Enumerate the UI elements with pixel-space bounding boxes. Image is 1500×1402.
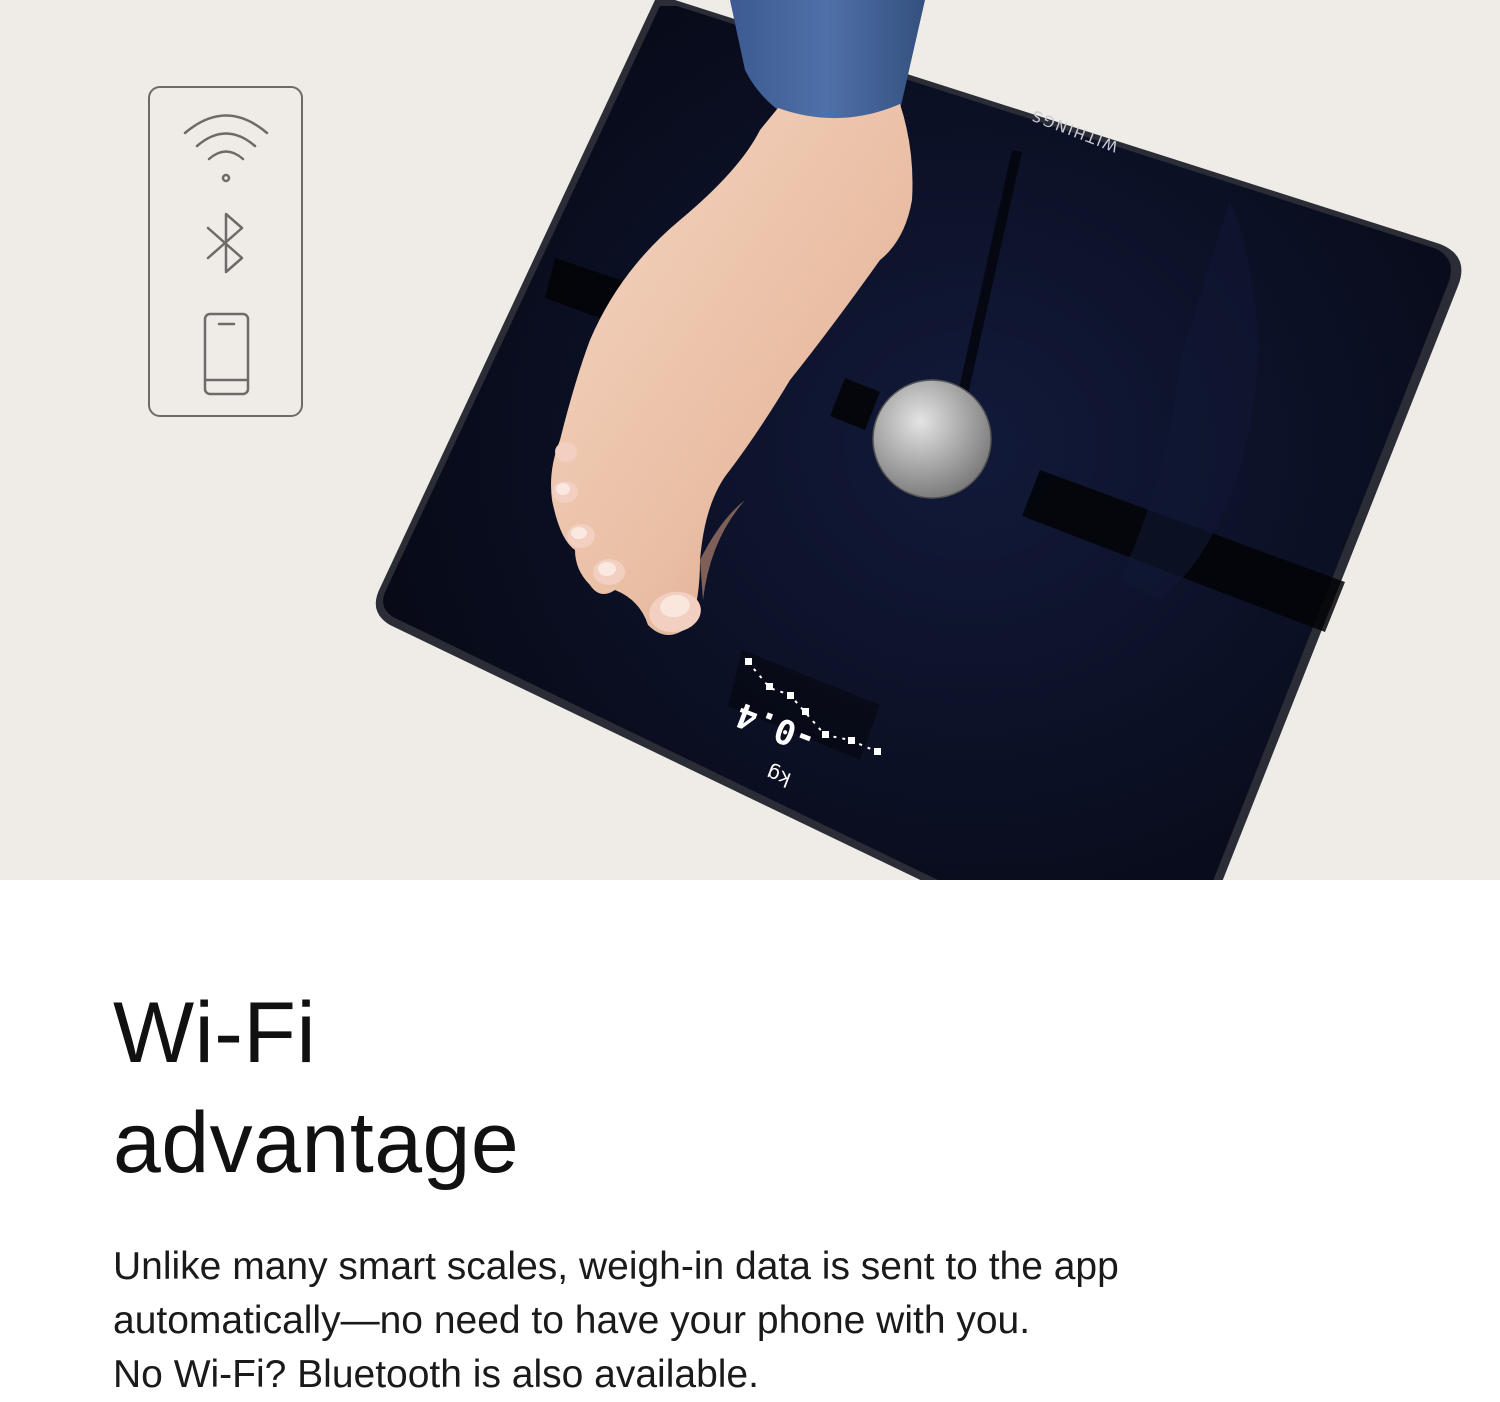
description-line-1: Unlike many smart scales, weigh-in data … [113, 1245, 1119, 1288]
feature-headline: Wi-Fi advantage [113, 978, 1453, 1198]
connectivity-icons [183, 114, 269, 396]
connectivity-card [148, 86, 303, 417]
bluetooth-icon [206, 212, 244, 274]
headline-line-2: advantage [113, 1095, 520, 1191]
smart-scale: -0.4 kg WITHINGS [375, 0, 1462, 880]
smartphone-icon [203, 312, 250, 396]
description-line-2: automatically—no need to have your phone… [113, 1299, 1031, 1342]
description-line-3: No Wi-Fi? Bluetooth is also available. [113, 1353, 759, 1396]
product-hero: -0.4 kg WITHINGS [0, 0, 1500, 880]
feature-copy: Wi-Fi advantage Unlike many smart scales… [113, 978, 1453, 1402]
wifi-icon [183, 114, 269, 183]
headline-line-1: Wi-Fi [113, 985, 317, 1081]
feature-description: Unlike many smart scales, weigh-in data … [113, 1240, 1453, 1402]
